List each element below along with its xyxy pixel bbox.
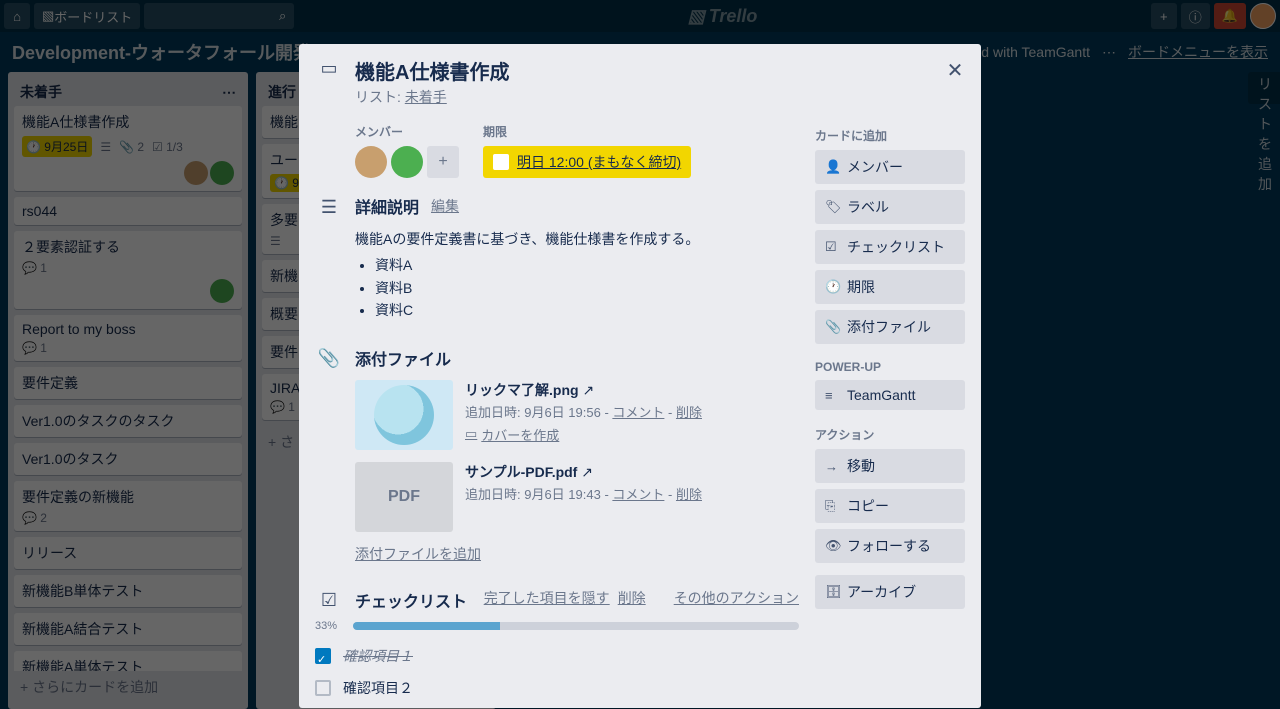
hide-completed[interactable]: 完了した項目を隠す [484,588,610,608]
attachment[interactable]: リックマ了解.png ↗追加日時: 9月6日 19:56 - コメント - 削除… [315,380,799,450]
follow-button[interactable]: 👁フォローする [815,529,965,563]
add-member-button[interactable]: + [427,146,459,178]
checklist-item[interactable]: ✓確認項目１ [315,640,799,672]
checklist-checkbox[interactable] [315,680,331,696]
card-title[interactable]: 機能A仕様書作成 [355,56,965,85]
delete-checklist[interactable]: 削除 [618,588,646,608]
add-checklist-button[interactable]: ☑チェックリスト [815,230,965,264]
archive-button[interactable]: 🗄アーカイブ [815,575,965,609]
due-date-badge[interactable]: 明日 12:00 (まもなく締切) [483,146,691,178]
add-attachment[interactable]: 添付ファイルを追加 [315,544,799,564]
add-members-button[interactable]: 👤メンバー [815,150,965,184]
move-button[interactable]: →移動 [815,449,965,483]
card-icon: ▭ [315,56,343,123]
member-avatar[interactable] [355,146,387,178]
checklist-checkbox[interactable]: ✓ [315,648,331,664]
checklist-icon: ☑ [315,588,343,611]
powerup-teamgantt[interactable]: ≡TeamGantt [815,380,965,410]
close-button[interactable]: ✕ [939,54,971,86]
description-icon: ☰ [315,195,343,218]
description[interactable]: 機能Aの要件定義書に基づき、機能仕様書を作成する。 資料A資料B資料C [315,228,799,322]
due-checkbox[interactable] [493,154,509,170]
member-avatar[interactable] [391,146,423,178]
card-list-info: リスト: 未着手 [355,87,965,107]
attachment[interactable]: PDFサンプル-PDF.pdf ↗追加日時: 9月6日 19:43 - コメント… [315,462,799,532]
make-cover[interactable]: ▭ カバーを作成 [465,425,799,444]
checklist-item[interactable]: 確認項目２ [315,672,799,704]
add-due-button[interactable]: 🕐期限 [815,270,965,304]
edit-description[interactable]: 編集 [431,196,459,216]
add-attachment-button[interactable]: 📎添付ファイル [815,310,965,344]
attachment-icon: 📎 [315,346,343,369]
other-actions[interactable]: その他のアクション [674,588,799,608]
checklist-item[interactable]: 確認項目３ [315,704,799,708]
copy-button[interactable]: ⎘コピー [815,489,965,523]
add-labels-button[interactable]: 🏷ラベル [815,190,965,224]
